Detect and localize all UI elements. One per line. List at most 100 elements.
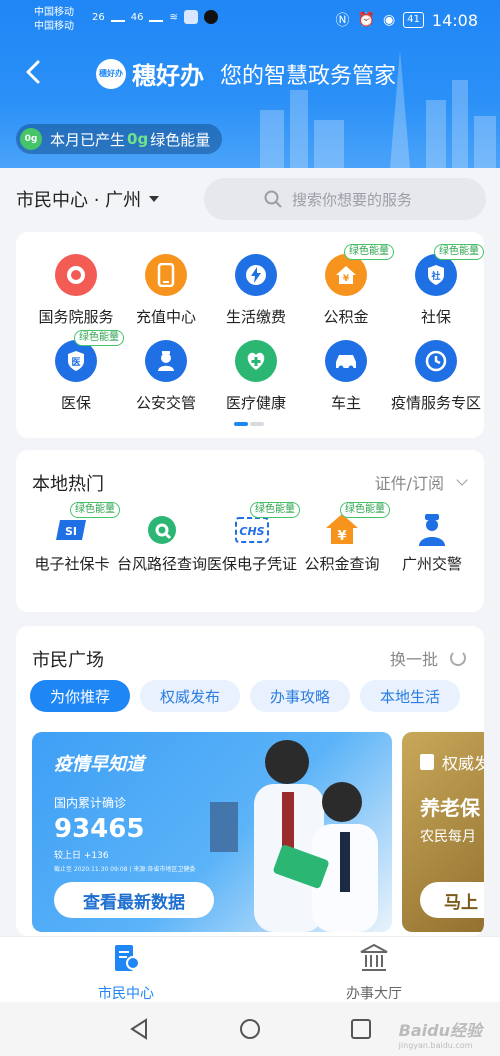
- hot-medical-certificate[interactable]: 绿色能量 CHS 医保电子凭证: [206, 502, 300, 574]
- app-notification-icon: [183, 10, 198, 24]
- hot-typhoon[interactable]: 台风路径查询: [116, 512, 208, 574]
- state-council-icon: [55, 254, 97, 296]
- search-icon: [264, 190, 282, 208]
- status-right: Ⓝ ⏰ ◉ 41 14:08: [336, 10, 479, 30]
- local-hot-section: 本地热门 证件/订阅 绿色能量 SI 电子社保卡 台风路径查询 绿色能量 CHS…: [16, 450, 484, 612]
- page-dot-active: [234, 422, 248, 426]
- certificates-subscriptions-link[interactable]: 证件/订阅: [374, 470, 468, 494]
- status-bar: 中国移动 中国移动 26 46 ≋ Ⓝ ⏰ ◉ 41 14:08: [0, 0, 500, 40]
- data-source-note: 截止至 2020.11.30 09:08 | 来源:各省市地区卫健委: [54, 866, 196, 873]
- view-latest-data-button[interactable]: 查看最新数据: [54, 882, 214, 918]
- green-energy-tag: 绿色能量: [70, 502, 120, 518]
- car-icon: [325, 340, 367, 382]
- clock: 14:08: [431, 10, 478, 30]
- signal-indicators: 26 46 ≋: [92, 10, 218, 24]
- search-input[interactable]: 搜索你想要的服务: [204, 178, 486, 220]
- green-energy-tag: 绿色能量: [74, 330, 124, 346]
- service-label: 生活缴费: [225, 308, 286, 326]
- pension-banner[interactable]: 权威发 养老保 农民每月 马上: [402, 732, 484, 932]
- home-circle-icon[interactable]: [239, 1018, 261, 1040]
- citizen-center-icon: [115, 945, 140, 971]
- green-energy-tag: 绿色能量: [344, 244, 394, 260]
- system-navigation-bar: Baidu经验 jingyan.baidu.com: [0, 1002, 500, 1056]
- back-arrow-icon[interactable]: [20, 58, 48, 86]
- app-brand: 穗好办 穗好办 您的智慧政务管家: [96, 56, 396, 91]
- service-social-security[interactable]: 绿色能量 社 社保: [390, 244, 484, 327]
- refresh-button[interactable]: 换一批: [390, 646, 466, 670]
- clock-icon: [415, 340, 457, 382]
- nav-label: 市民中心: [98, 986, 154, 1002]
- chevron-down-icon: [456, 474, 468, 486]
- police-icon: [145, 340, 187, 382]
- energy-suffix: 绿色能量: [150, 130, 211, 149]
- svg-text:¥: ¥: [343, 274, 350, 284]
- tab-local-life[interactable]: 本地生活: [360, 680, 461, 712]
- app-header: 中国移动 中国移动 26 46 ≋ Ⓝ ⏰ ◉ 41 14:08 穗好办 穗好办…: [0, 0, 500, 168]
- hot-label: 广州交警: [401, 555, 462, 573]
- nav-label: 办事大厅: [346, 986, 402, 1002]
- hot-label: 公积金查询: [304, 555, 380, 573]
- service-car-owner[interactable]: 车主: [300, 340, 392, 413]
- watermark-text: Baidu经验: [398, 1021, 482, 1040]
- chs-icon: 绿色能量 CHS: [234, 502, 300, 546]
- service-label: 医疗健康: [225, 394, 286, 412]
- svg-text:社: 社: [430, 270, 440, 282]
- tab-official[interactable]: 权威发布: [140, 680, 241, 712]
- medical-shield-icon: 绿色能量 医: [55, 330, 124, 382]
- banner2-subtitle: 农民每月: [420, 829, 476, 845]
- nfc-icon: Ⓝ: [335, 13, 350, 29]
- hot-label: 医保电子凭证: [206, 555, 297, 573]
- green-energy-badge: 0g: [20, 128, 42, 150]
- city-selector[interactable]: 市民中心 · 广州: [16, 186, 160, 212]
- shield-icon: 绿色能量 社: [415, 244, 484, 296]
- service-label: 公安交管: [135, 394, 196, 412]
- banner2-title: 养老保: [420, 796, 480, 820]
- battery-icon: 41: [403, 12, 424, 28]
- service-epidemic[interactable]: 疫情服务专区: [390, 340, 482, 413]
- lightning-icon: [235, 254, 277, 296]
- recent-apps-square-icon[interactable]: [350, 1018, 372, 1040]
- refresh-icon: [450, 650, 466, 666]
- baidu-watermark: Baidu经验 jingyan.baidu.com: [399, 1017, 482, 1050]
- nav-service-hall[interactable]: 办事大厅: [314, 943, 434, 1003]
- service-label: 充值中心: [135, 308, 196, 326]
- tiktok-icon: [203, 10, 218, 24]
- svg-text:¥: ¥: [337, 529, 346, 544]
- tab-recommended[interactable]: 为你推荐: [30, 680, 131, 712]
- service-label: 公积金: [323, 308, 369, 326]
- banner2-tag-label: 权威发: [442, 754, 484, 773]
- bottom-navigation: 市民中心 办事大厅: [0, 936, 500, 1002]
- confirmed-count: 93465: [54, 814, 145, 844]
- eye-comfort-icon: ◉: [382, 12, 396, 28]
- service-recharge[interactable]: 充值中心: [120, 254, 212, 327]
- app-slogan: 您的智慧政务管家: [220, 63, 397, 89]
- link-label: 证件/订阅: [374, 474, 444, 493]
- service-utilities[interactable]: 生活缴费: [210, 254, 302, 327]
- service-medical-health[interactable]: 医疗健康: [210, 340, 302, 413]
- service-police-traffic[interactable]: 公安交管: [120, 340, 212, 413]
- house-yen-icon: 绿色能量 ¥: [325, 244, 394, 296]
- hot-label: 台风路径查询: [116, 555, 207, 573]
- nav-citizen-center[interactable]: 市民中心: [66, 943, 186, 1003]
- medical-icon: [235, 340, 277, 382]
- hot-social-card[interactable]: 绿色能量 SI 电子社保卡: [26, 502, 120, 574]
- green-energy-tag: 绿色能量: [340, 502, 390, 518]
- epidemic-banner[interactable]: 疫情早知道 国内累计确诊 93465 较上日 +136 截止至 2020.11.…: [32, 732, 392, 932]
- back-triangle-icon[interactable]: [128, 1018, 150, 1040]
- service-housing-fund[interactable]: 绿色能量 ¥ 公积金: [300, 244, 394, 327]
- green-energy-pill[interactable]: 0g 本月已产生 0g 绿色能量: [16, 124, 223, 154]
- tab-guides[interactable]: 办事攻略: [250, 680, 351, 712]
- svg-text:SI: SI: [65, 525, 77, 538]
- service-state-council[interactable]: 国务院服务: [30, 254, 122, 327]
- signal-1-label: 26: [92, 11, 105, 23]
- signal-icon: [149, 12, 164, 22]
- hot-traffic-police[interactable]: 广州交警: [386, 512, 478, 574]
- traffic-police-icon: [414, 512, 450, 546]
- citizen-plaza-section: 市民广场 换一批 为你推荐 权威发布 办事攻略 本地生活 疫情早知道 国内累计确…: [16, 626, 484, 936]
- service-medical-insurance[interactable]: 绿色能量 医 医保: [30, 330, 124, 413]
- social-card-icon: 绿色能量 SI: [54, 502, 120, 546]
- daily-increase: 较上日 +136: [54, 851, 109, 861]
- hot-fund-query[interactable]: 绿色能量 ¥ 公积金查询: [296, 502, 390, 574]
- app-name: 穗好办: [132, 62, 204, 90]
- banner2-button[interactable]: 马上: [420, 882, 484, 918]
